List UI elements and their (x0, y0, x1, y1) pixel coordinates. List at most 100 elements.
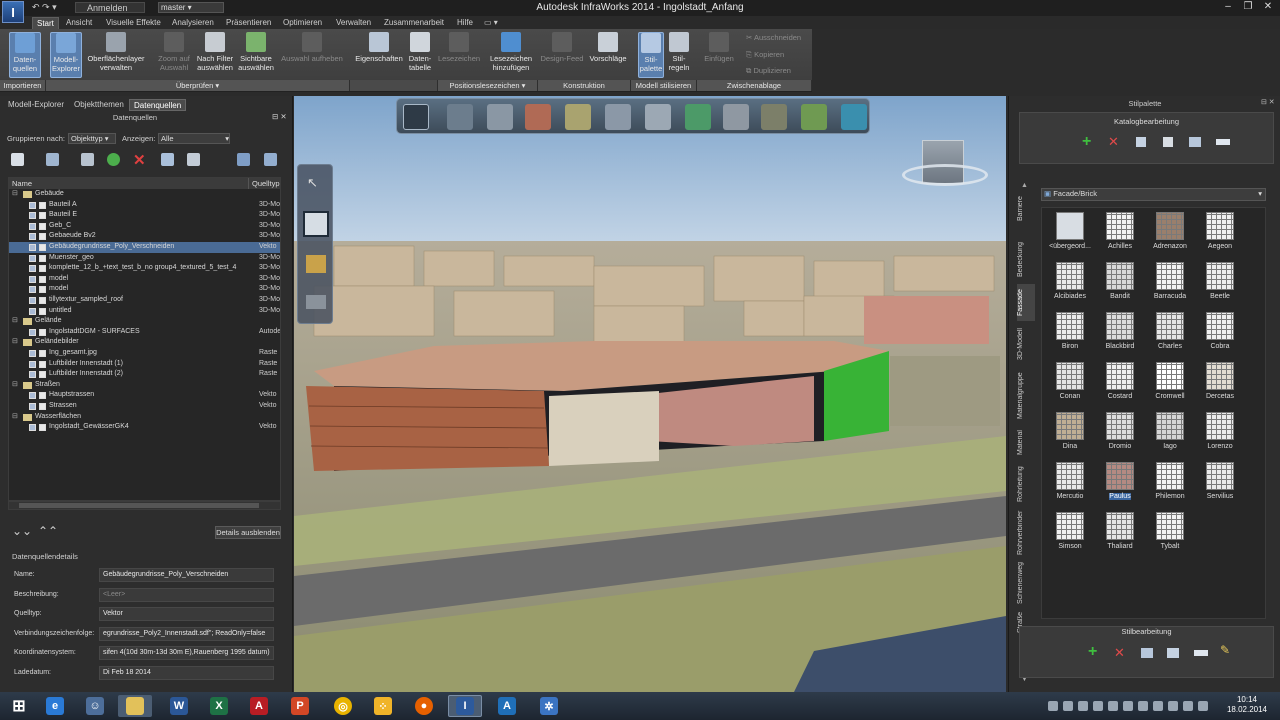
tray-icon-1[interactable] (1048, 701, 1058, 711)
refresh-icon[interactable] (107, 153, 120, 166)
tree-group[interactable]: ⊟ Gebäude (9, 189, 280, 200)
style-thumbnail[interactable]: Adrenazon (1145, 210, 1195, 258)
water-icon[interactable] (841, 104, 867, 130)
checkbox[interactable] (29, 275, 36, 283)
expand-all-icon[interactable]: ⌄⌄ (12, 524, 32, 538)
checkbox[interactable] (29, 244, 36, 251)
group-by-select[interactable]: Objekttyp ▾ (68, 133, 116, 144)
import-icon[interactable] (1136, 137, 1146, 147)
tab-analysieren[interactable]: Analysieren (168, 17, 218, 29)
checkbox[interactable] (29, 424, 36, 432)
checkbox[interactable] (29, 403, 36, 410)
tree-row[interactable]: Hauptstrassen Vekto (9, 390, 280, 401)
tree-row[interactable]: Bauteil A 3D-Mo (9, 200, 280, 211)
oberflaechenlayer-button[interactable]: Oberflächenlayer verwalten (84, 32, 148, 72)
start-button[interactable]: ⊞ (2, 695, 36, 717)
taskbar-acrobat[interactable]: A (242, 695, 276, 717)
tree-collapse-icon[interactable]: ⊟ (12, 380, 18, 391)
sichtbare-auswaehlen-button[interactable]: Sichtbare auswählen (237, 32, 275, 72)
configure-icon[interactable] (81, 153, 94, 166)
vorschlaege-button[interactable]: Vorschläge (587, 32, 629, 63)
network-tray-icon[interactable] (1168, 701, 1178, 711)
style-thumbnail[interactable]: Costard (1095, 360, 1145, 408)
eigenschaften-button[interactable]: Eigenschaften (353, 32, 405, 63)
checkbox[interactable] (29, 233, 36, 241)
tree-group[interactable]: ⊟ Gelände (9, 316, 280, 327)
side-tab[interactable]: Barriere (1017, 184, 1035, 234)
style-thumbnail[interactable]: Servilius (1195, 460, 1245, 508)
tree-icon[interactable] (685, 104, 711, 130)
railway-icon[interactable] (723, 104, 749, 130)
kopieren-button[interactable]: ⎘ Kopieren (746, 50, 784, 60)
compass-ring[interactable] (902, 164, 988, 186)
tray-icon-6[interactable] (1123, 701, 1133, 711)
taskbar-powerpoint[interactable]: P (283, 695, 317, 717)
tree-collapse-icon[interactable]: ⊟ (12, 337, 18, 348)
taskbar-network[interactable]: ✲ (532, 695, 566, 717)
style-thumbnail[interactable]: <übergeord... (1045, 210, 1095, 258)
style-thumbnail[interactable]: Aegeon (1195, 210, 1245, 258)
taskbar-firefox[interactable]: ● (407, 695, 441, 717)
export-icon[interactable] (161, 153, 174, 166)
pin-icon[interactable]: ⊟ ✕ (272, 112, 287, 121)
group-ueberpruefen[interactable]: Überprüfen ▾ (46, 80, 350, 91)
checkbox[interactable] (29, 371, 36, 379)
checkbox[interactable] (29, 360, 36, 368)
category-select[interactable]: ▣ Facade/Brick ▾ (1041, 188, 1266, 201)
connector-icon[interactable] (645, 104, 671, 130)
area-icon[interactable] (565, 104, 591, 130)
style-thumbnail[interactable]: Dercetas (1195, 360, 1245, 408)
edit-style-icon[interactable]: ✎ (1220, 643, 1230, 657)
filter-auswaehlen-button[interactable]: Nach Filter auswählen (194, 32, 236, 72)
tree-row[interactable]: Strassen Vekto (9, 401, 280, 412)
column-name[interactable]: Name (9, 178, 249, 189)
tray-icon-3[interactable] (1078, 701, 1088, 711)
tab-hilfe[interactable]: Hilfe (453, 17, 477, 29)
details-toggle-button[interactable]: Details ausblenden (215, 526, 281, 539)
taskbar-chrome[interactable]: ◎ (326, 695, 360, 717)
maximize-button[interactable]: ❐ (1240, 1, 1256, 13)
tree-row[interactable]: Geb_C 3D-Mo (9, 221, 280, 232)
ribbon-options-icon[interactable]: ▭ ▾ (480, 17, 502, 29)
tab-visuelle-effekte[interactable]: Visuelle Effekte (102, 17, 165, 29)
add-datasource-icon[interactable] (11, 153, 24, 166)
save-icon[interactable] (1163, 137, 1173, 147)
tab-ansicht[interactable]: Ansicht (62, 17, 96, 29)
measure-icon[interactable] (306, 255, 326, 273)
tree-group[interactable]: ⊟ Straßen (9, 380, 280, 391)
detail-value[interactable]: sifen 4(10d 30m-13d 30m E),Rauenberg 199… (99, 646, 274, 660)
pipe-icon[interactable] (605, 104, 631, 130)
checkbox[interactable] (29, 297, 36, 304)
paste-style-icon[interactable] (1167, 648, 1179, 658)
tree-row[interactable]: model 3D-Mo (9, 284, 280, 295)
checkbox[interactable] (29, 307, 36, 315)
detail-value[interactable]: Vektor (99, 607, 274, 621)
side-tab[interactable]: Bedeckung (1017, 234, 1035, 284)
tree-collapse-icon[interactable]: ⊟ (12, 316, 18, 327)
style-thumbnail[interactable]: Paulus (1095, 460, 1145, 508)
style-thumbnail[interactable]: Cobra (1195, 310, 1245, 358)
checkbox[interactable] (29, 328, 36, 336)
taskbar-clock[interactable]: 10:14 18.02.2014 (1222, 695, 1272, 715)
delete-icon[interactable]: ✕ (1108, 134, 1119, 150)
side-tab[interactable]: Materialgruppe (1017, 367, 1035, 424)
detail-value[interactable]: egrundrisse_Poly2_Innenstadt.sdf"; ReadO… (99, 626, 274, 641)
select-area-icon[interactable] (303, 211, 329, 237)
sync-icon[interactable] (187, 153, 200, 166)
tree-row[interactable]: Bauteil E 3D-Mo (9, 210, 280, 221)
style-thumbnail[interactable]: Conan (1045, 360, 1095, 408)
tree-row[interactable]: Gebäudegrundrisse_Poly_Verschneiden Vekto (9, 242, 280, 253)
tab-modell-explorer[interactable]: Modell-Explorer (4, 99, 68, 111)
rename-style-icon[interactable] (1194, 650, 1208, 656)
tray-icon-2[interactable] (1063, 701, 1073, 711)
taskbar-word[interactable]: W (162, 695, 196, 717)
taskbar-autocad[interactable]: A (490, 695, 524, 717)
tab-zusammenarbeit[interactable]: Zusammenarbeit (380, 17, 448, 29)
tabs-scroll-up-icon[interactable]: ▲ (1021, 182, 1035, 190)
pencil-icon[interactable] (403, 104, 429, 130)
copy-style-icon[interactable] (1141, 648, 1153, 658)
volume-tray-icon[interactable] (1183, 701, 1193, 711)
stilpalette-button[interactable]: Stil- palette (638, 32, 664, 78)
tree-collapse-icon[interactable]: ⊟ (12, 189, 18, 200)
checkbox[interactable] (29, 392, 36, 400)
